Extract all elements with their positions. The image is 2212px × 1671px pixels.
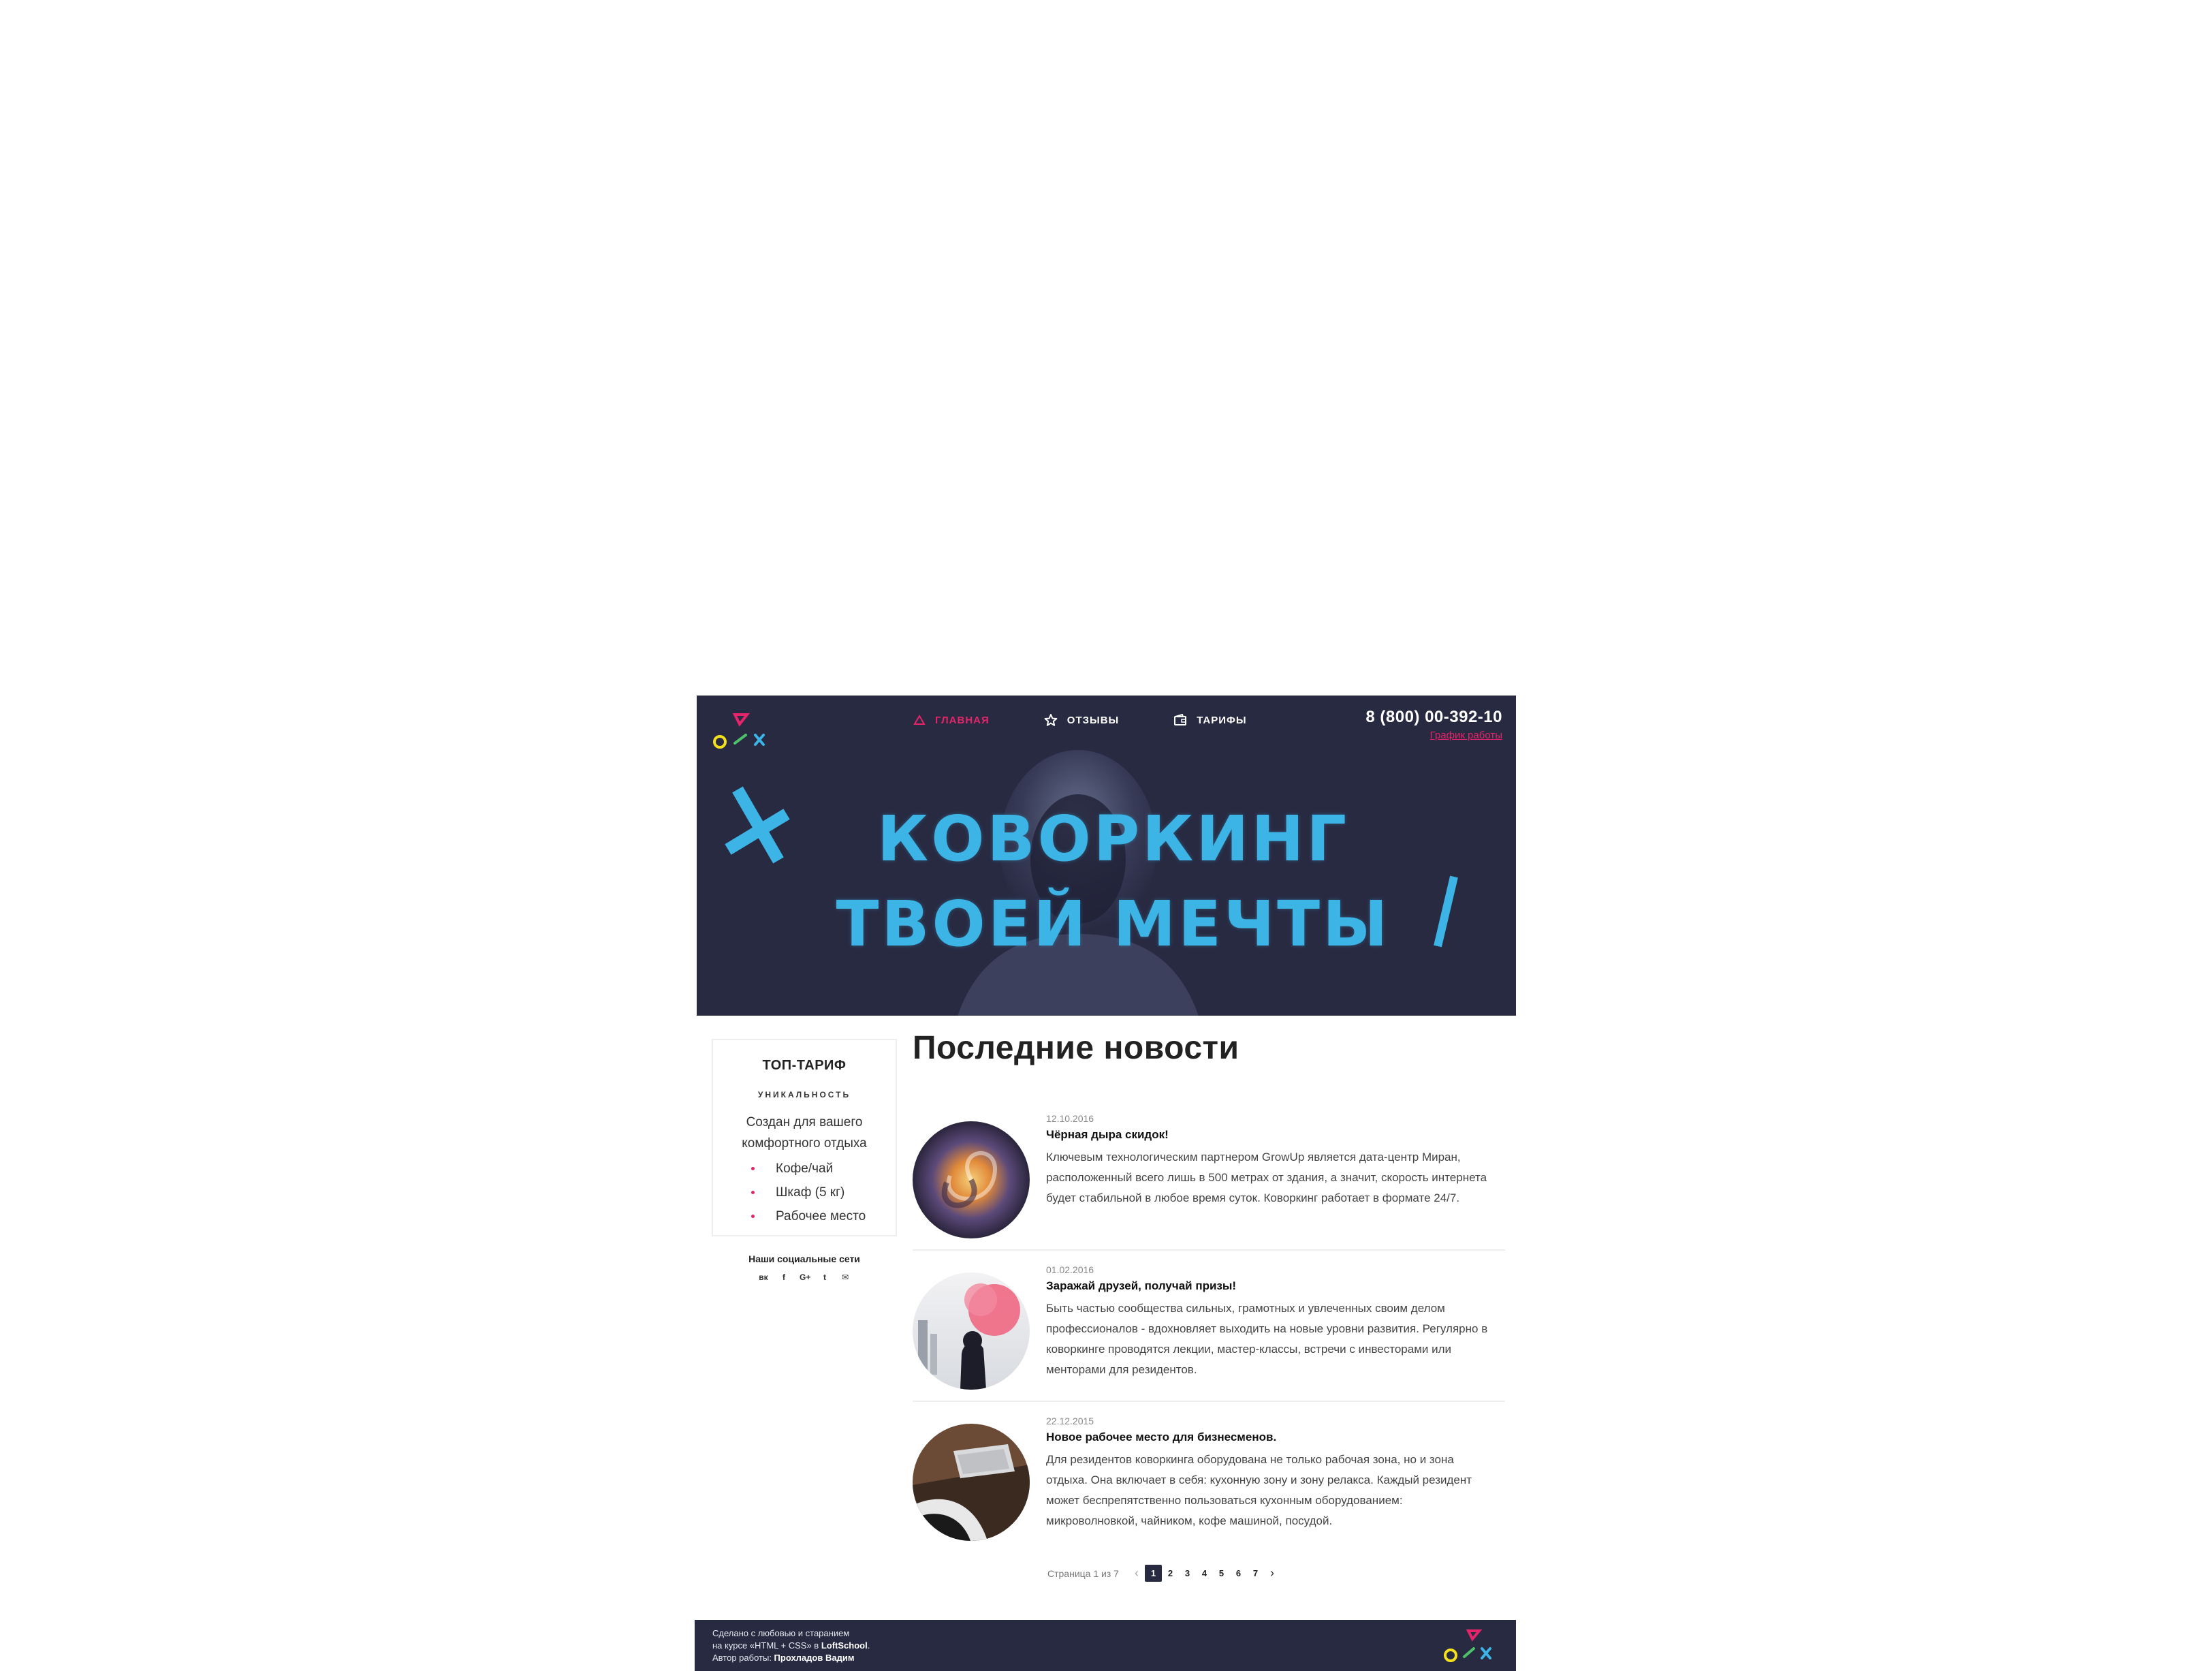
phone-number[interactable]: 8 (800) 00-392-10 [1365, 708, 1502, 727]
pagination-label: Страница 1 из 7 [1047, 1567, 1119, 1579]
hero-title-line-2: ТВОЕЙ МЕЧТЫ [836, 888, 1391, 961]
social-title: Наши социальные сети [748, 1253, 860, 1264]
tariff-feature-item: Рабочее место [751, 1204, 896, 1228]
nav-item-label: Главная [935, 714, 990, 726]
facebook-icon[interactable]: f [779, 1272, 789, 1283]
footer-text-part: . [867, 1640, 870, 1651]
pagination-page[interactable]: 6 [1230, 1565, 1247, 1582]
tariff-feature-item: Кофе/чай [751, 1157, 896, 1181]
footer-text-part: на курсе «HTML + CSS» в [712, 1640, 821, 1651]
pagination-page[interactable]: 1 [1144, 1565, 1162, 1582]
news-item: 12.10.2016 Чёрная дыра скидок! Ключевым … [913, 1099, 1505, 1251]
pagination-prev-button[interactable]: ‹ [1128, 1566, 1145, 1580]
tariff-title: ТОП-ТАРИФ [762, 1058, 847, 1073]
news-date: 22.12.2015 [1046, 1416, 1094, 1426]
hero-figure-image [958, 750, 1199, 1016]
tariff-feature-item: Шкаф (5 кг) [751, 1181, 896, 1204]
news-text: Для резидентов коворкинга оборудована не… [1046, 1453, 1472, 1527]
tariff-description: Создан для вашего комфортного отдыха [742, 1115, 867, 1151]
footer-text-part: Автор работы: [712, 1653, 774, 1663]
news-thumbnail[interactable] [913, 1272, 1030, 1390]
google-plus-icon[interactable]: G+ [800, 1272, 810, 1283]
footer-credits: Сделано с любовью и старанием на курсе «… [712, 1627, 870, 1664]
pagination-page[interactable]: 4 [1196, 1565, 1213, 1582]
top-tariff-card: ТОП-ТАРИФ УНИКАЛЬНОСТЬ Создан для вашего… [712, 1039, 897, 1236]
news-title[interactable]: Новое рабочее место для бизнесменов. [1046, 1431, 1489, 1444]
news-body: 12.10.2016 Чёрная дыра скидок! Ключевым … [1046, 1113, 1489, 1208]
news-item: 22.12.2015 Новое рабочее место для бизне… [913, 1402, 1505, 1553]
vk-icon[interactable]: вк [759, 1272, 768, 1283]
news-text: Ключевым технологическим партнером GrowU… [1046, 1151, 1487, 1204]
nav-item-home[interactable]: Главная [913, 713, 990, 727]
footer-line: на курсе «HTML + CSS» в LoftSchool. [712, 1640, 870, 1652]
news-date: 01.02.2016 [1046, 1264, 1094, 1275]
pagination-page[interactable]: 3 [1179, 1565, 1196, 1582]
news-thumbnail[interactable] [913, 1121, 1030, 1238]
mail-icon[interactable]: ✉ [840, 1272, 850, 1283]
star-icon [1044, 714, 1058, 726]
hero-header: Главная Отзывы Тарифы 8 (800) 00-392-10 … [697, 696, 1516, 1016]
tariff-features: Кофе/чай Шкаф (5 кг) Рабочее место [713, 1157, 896, 1228]
main-nav: Главная Отзывы Тарифы [913, 713, 1247, 727]
pagination-next-button[interactable]: › [1264, 1566, 1280, 1580]
news-thumbnail[interactable] [913, 1424, 1030, 1541]
footer-brand: LoftSchool [821, 1640, 868, 1651]
pagination-page[interactable]: 5 [1213, 1565, 1230, 1582]
tariff-subtitle: УНИКАЛЬНОСТЬ [757, 1090, 851, 1099]
footer: Сделано с любовью и старанием на курсе «… [695, 1620, 1516, 1671]
footer-line: Автор работы: Прохладов Вадим [712, 1652, 870, 1664]
schedule-link[interactable]: График работы [1365, 730, 1502, 741]
footer-line: Сделано с любовью и старанием [712, 1628, 850, 1638]
nav-item-label: Тарифы [1197, 714, 1247, 726]
footer-author: Прохладов Вадим [774, 1653, 855, 1663]
news-item: 01.02.2016 Заражай друзей, получай призы… [913, 1251, 1505, 1402]
news-date: 12.10.2016 [1046, 1113, 1094, 1124]
triangle-icon [913, 715, 926, 725]
hero-title-line-1: КОВОРКИНГ [877, 802, 1349, 875]
twitter-icon[interactable]: t [820, 1272, 830, 1283]
news-body: 01.02.2016 Заражай друзей, получай призы… [1046, 1264, 1489, 1380]
nav-item-tariffs[interactable]: Тарифы [1173, 713, 1246, 727]
news-body: 22.12.2015 Новое рабочее место для бизне… [1046, 1416, 1489, 1531]
nav-item-label: Отзывы [1066, 714, 1120, 726]
footer-logo[interactable] [1427, 1627, 1502, 1668]
page: Главная Отзывы Тарифы 8 (800) 00-392-10 … [695, 696, 1516, 1671]
social-links: вк f G+ t ✉ [712, 1272, 897, 1283]
header-contact: 8 (800) 00-392-10 График работы [1365, 708, 1502, 741]
pagination-page[interactable]: 7 [1247, 1565, 1264, 1582]
wallet-icon [1174, 714, 1187, 725]
nav-item-reviews[interactable]: Отзывы [1044, 713, 1119, 727]
page-title: Последние новости [913, 1030, 1239, 1066]
site-logo[interactable] [710, 705, 785, 760]
pagination-page[interactable]: 2 [1162, 1565, 1179, 1582]
news-text: Быть частью сообщества сильных, грамотны… [1046, 1302, 1488, 1376]
pagination: Страница 1 из 7 ‹ 1 2 3 4 5 6 7 › [1047, 1565, 1280, 1582]
news-title[interactable]: Заражай друзей, получай призы! [1046, 1279, 1489, 1293]
news-title[interactable]: Чёрная дыра скидок! [1046, 1128, 1489, 1142]
